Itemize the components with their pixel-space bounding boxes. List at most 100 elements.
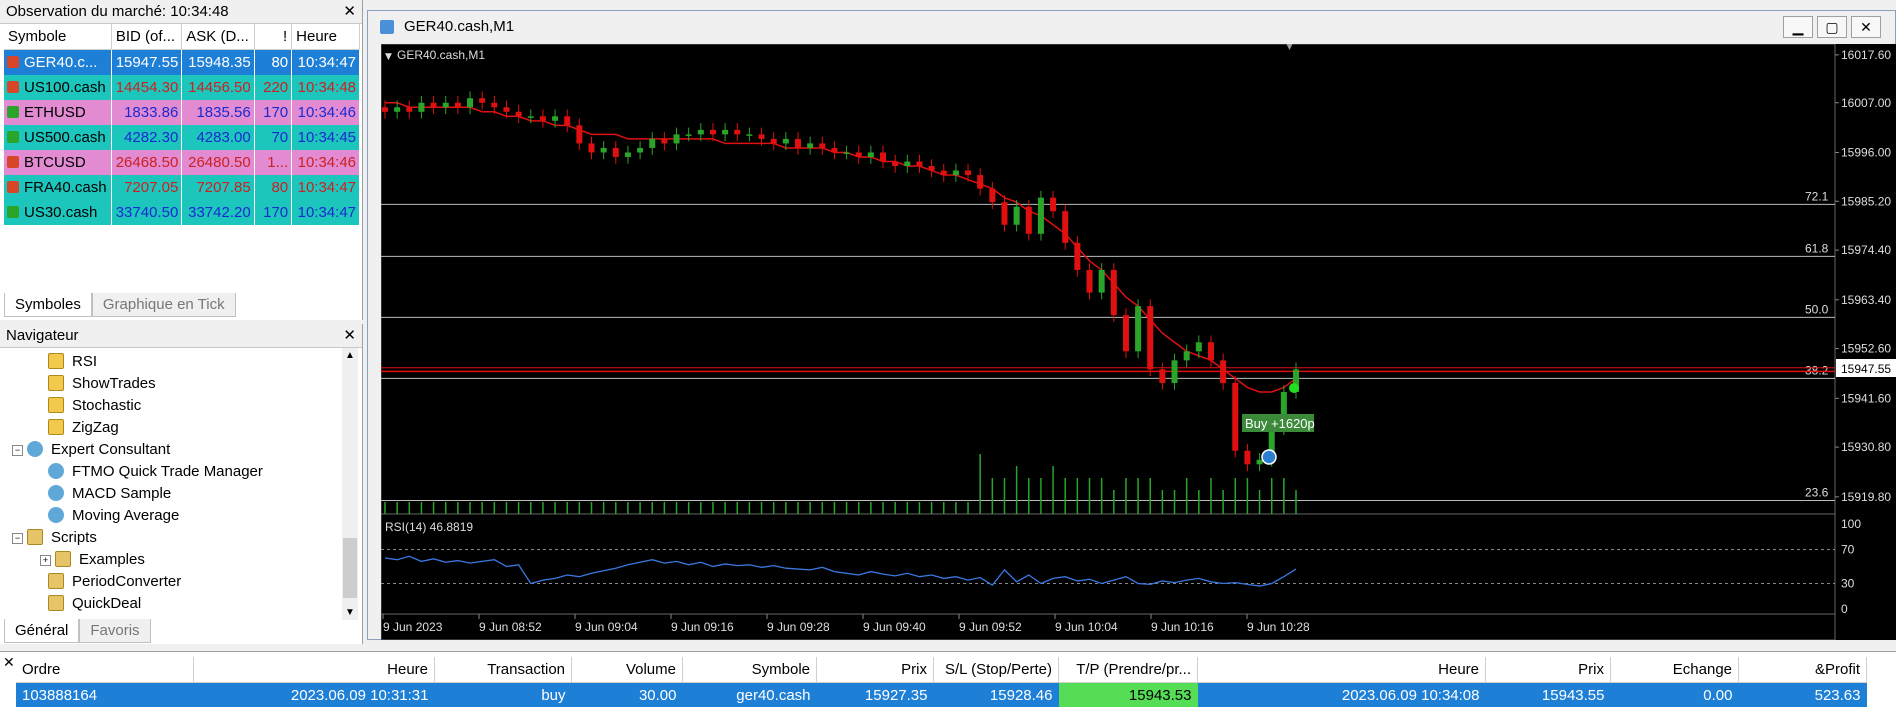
candle-body xyxy=(1050,197,1057,212)
ask-cell: 26480.50 xyxy=(181,150,255,175)
column-header[interactable]: Heure xyxy=(291,24,360,50)
column-header[interactable]: ASK (D... xyxy=(181,24,255,50)
navigator-scrollbar[interactable]: ▲ ▼ xyxy=(342,348,358,620)
column-header[interactable]: Ordre xyxy=(16,657,194,683)
navigator-item[interactable]: ShowTrades xyxy=(48,373,156,395)
candle-body xyxy=(418,102,425,112)
close-icon[interactable]: ✕ xyxy=(3,654,15,671)
navigator-title-text: Navigateur xyxy=(6,327,79,344)
time-tick-label: 9 Jun 09:52 xyxy=(959,620,1022,634)
market-watch-row[interactable]: ETHUSD 1833.86 1835.56 170 10:34:46 xyxy=(4,100,360,125)
navigator-item-label: Stochastic xyxy=(72,397,142,414)
column-header[interactable]: Volume xyxy=(571,657,683,683)
column-header[interactable]: Heure xyxy=(193,657,435,683)
buy-arrow-icon[interactable] xyxy=(1261,449,1277,465)
candle-body xyxy=(491,102,498,108)
navigator-item[interactable]: QuickDeal xyxy=(48,593,141,615)
symbol-name: BTCUSD xyxy=(24,154,86,171)
price-tick-label: 15985.20 xyxy=(1841,194,1891,208)
candle-body xyxy=(552,116,559,121)
collapse-icon[interactable]: − xyxy=(12,533,23,544)
price-tick-label: 15963.40 xyxy=(1841,293,1891,307)
scroll-down-icon[interactable]: ▼ xyxy=(345,607,355,618)
column-header[interactable]: Prix xyxy=(1485,657,1611,683)
column-header[interactable]: Heure xyxy=(1197,657,1486,683)
time-cell: 10:34:47 xyxy=(291,200,360,225)
tab-favorites[interactable]: Favoris xyxy=(79,619,151,643)
fib-level-label: 50.0 xyxy=(1805,302,1829,316)
candle-body xyxy=(1220,360,1227,383)
market-watch-row[interactable]: US100.cash 14454.30 14456.50 220 10:34:48 xyxy=(4,75,360,100)
column-header[interactable]: Symbole xyxy=(682,657,817,683)
bid-cell: 26468.50 xyxy=(111,150,183,175)
column-header[interactable]: ! xyxy=(254,24,293,50)
candle-body xyxy=(940,170,947,176)
navigator-item[interactable]: − Expert Consultant xyxy=(12,439,170,461)
maximize-button[interactable]: ▢ xyxy=(1817,16,1847,38)
close-window-button[interactable]: ✕ xyxy=(1851,16,1881,38)
navigator-item[interactable]: + Examples xyxy=(40,549,145,571)
script-icon xyxy=(48,573,64,589)
chart-symbol-label: GER40.cash,M1 xyxy=(397,48,485,62)
arrow-up-icon xyxy=(7,131,19,143)
time-tick-label: 9 Jun 09:40 xyxy=(863,620,926,634)
candle-body xyxy=(564,116,571,126)
scroll-up-icon[interactable]: ▲ xyxy=(345,350,355,361)
symbol-name: US500.cash xyxy=(24,129,106,146)
expand-icon[interactable]: + xyxy=(40,555,51,566)
column-header[interactable]: BID (of... xyxy=(111,24,183,50)
market-watch-row[interactable]: GER40.c... 15947.55 15948.35 80 10:34:47 xyxy=(4,49,360,75)
close-icon[interactable]: ✕ xyxy=(343,0,356,24)
table-row[interactable]: 103888164 2023.06.09 10:31:31 buy 30.00 ger4… xyxy=(16,682,1867,707)
candle-body xyxy=(1025,206,1032,234)
column-header[interactable]: T/P (Prendre/pr... xyxy=(1058,657,1198,683)
navigator-item[interactable]: PeriodConverter xyxy=(48,571,181,593)
candle-body xyxy=(685,134,692,136)
bid-cell: 14454.30 xyxy=(111,75,183,100)
chart-menu-icon[interactable]: ▼ xyxy=(385,52,392,62)
navigator-item[interactable]: RSI xyxy=(48,351,97,373)
navigator-item-label: Expert Consultant xyxy=(51,441,171,458)
market-watch-row[interactable]: US30.cash 33740.50 33742.20 170 10:34:47 xyxy=(4,200,360,225)
tab-general[interactable]: Général xyxy=(4,619,80,643)
navigator-item[interactable]: FTMO Quick Trade Manager xyxy=(48,461,263,483)
trade-cell: 15928.46 xyxy=(933,682,1059,707)
arrow-up-icon xyxy=(7,206,19,218)
market-watch-title: Observation du marché: 10:34:48 ✕ xyxy=(0,0,362,24)
collapse-icon[interactable]: − xyxy=(12,445,23,456)
navigator-item[interactable]: ZigZag xyxy=(48,417,119,439)
candle-body xyxy=(1135,306,1142,352)
navigator-item[interactable]: MACD Sample xyxy=(48,483,171,505)
navigator-item[interactable]: Moving Average xyxy=(48,505,179,527)
minimize-button[interactable]: ▁ xyxy=(1783,16,1813,38)
market-watch-row[interactable]: FRA40.cash 7207.05 7207.85 80 10:34:47 xyxy=(4,175,360,200)
price-chart[interactable]: 72.1 61.8 50.0 38.2 23.6 16017.60 16007.00 159… xyxy=(381,44,1896,640)
spread-cell: 1... xyxy=(254,150,293,175)
tab-tick-chart[interactable]: Graphique en Tick xyxy=(91,293,236,317)
candle-body xyxy=(394,107,401,112)
column-header[interactable]: Echange xyxy=(1610,657,1739,683)
navigator-item[interactable]: − Scripts xyxy=(12,527,97,549)
script-icon xyxy=(55,551,71,567)
market-watch-row[interactable]: US500.cash 4282.30 4283.00 70 10:34:45 xyxy=(4,125,360,150)
arrow-down-icon xyxy=(7,81,19,93)
tab-symbols[interactable]: Symboles xyxy=(4,293,92,317)
column-header[interactable]: S/L (Stop/Perte) xyxy=(933,657,1059,683)
column-header[interactable]: Prix xyxy=(816,657,934,683)
column-header[interactable]: Transaction xyxy=(434,657,572,683)
time-tick-label: 9 Jun 10:28 xyxy=(1247,620,1310,634)
expert-icon xyxy=(27,441,43,457)
symbol-cell: BTCUSD xyxy=(4,150,112,175)
close-icon[interactable]: ✕ xyxy=(343,324,356,348)
market-watch-row[interactable]: BTCUSD 26468.50 26480.50 1... 10:34:46 xyxy=(4,150,360,175)
chart-shift-marker-icon[interactable]: ▼ xyxy=(1286,44,1293,52)
candle-body xyxy=(843,152,850,154)
indicator-icon xyxy=(48,419,64,435)
column-header[interactable]: &Profit xyxy=(1738,657,1867,683)
navigator-item[interactable]: Stochastic xyxy=(48,395,141,417)
column-header[interactable]: Symbole xyxy=(4,24,112,50)
candle-body xyxy=(831,147,838,153)
navigator-item-label: Examples xyxy=(79,551,145,568)
candle-body xyxy=(928,166,935,171)
scrollbar-thumb[interactable] xyxy=(343,538,357,598)
